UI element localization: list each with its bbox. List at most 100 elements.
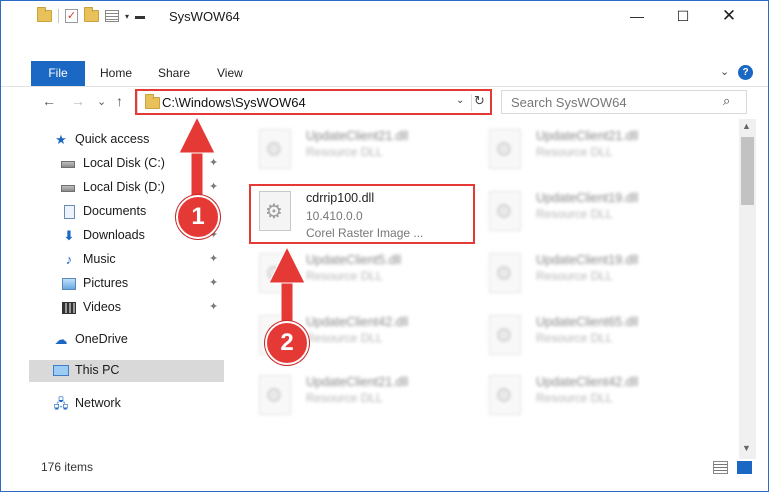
tab-home[interactable]: Home	[100, 62, 132, 86]
close-button[interactable]: ✕	[706, 1, 752, 31]
navigation-pane: ★ Quick access Local Disk (C:) ✦ Local D…	[29, 121, 224, 441]
file-type: Resource DLL	[536, 207, 613, 221]
network-icon: 🖧	[53, 396, 69, 411]
file-name: UpdateClient19.dll	[536, 191, 639, 205]
new-folder-icon[interactable]	[84, 7, 99, 22]
sidebar-item-label: Pictures	[83, 276, 129, 290]
pin-icon[interactable]: ✦	[209, 300, 218, 313]
search-box[interactable]: Search SysWOW64 ⌕	[501, 90, 747, 114]
scroll-down-icon[interactable]: ▼	[742, 443, 751, 453]
computer-icon	[53, 363, 69, 379]
vertical-scrollbar[interactable]: ▲ ▼	[739, 119, 756, 459]
sidebar-item-local-disk-c[interactable]: Local Disk (C:) ✦	[29, 153, 224, 175]
file-type: Resource DLL	[306, 391, 383, 405]
file-type: Resource DLL	[536, 145, 613, 159]
sidebar-item-label: OneDrive	[75, 332, 128, 346]
sidebar-item-music[interactable]: ♪ Music ✦	[29, 249, 224, 271]
explorer-window: ✓ ▾ ▬ SysWOW64 — ☐ ✕ File Home Share Vie…	[0, 0, 769, 492]
sidebar-item-label: Local Disk (C:)	[83, 156, 165, 170]
properties-check-icon[interactable]: ✓	[65, 9, 78, 23]
scrollbar-thumb[interactable]	[741, 137, 754, 205]
file-item[interactable]: ⚙ UpdateClient19.dll Resource DLL	[479, 185, 707, 241]
dll-file-icon: ⚙	[489, 375, 521, 415]
dll-file-icon: ⚙	[259, 375, 291, 415]
pin-icon[interactable]: ✦	[209, 180, 218, 193]
dll-file-icon: ⚙	[489, 315, 521, 355]
qat-menu-icon[interactable]: ▬	[135, 11, 145, 22]
search-placeholder[interactable]: Search SysWOW64	[511, 95, 627, 110]
videos-icon	[61, 300, 77, 316]
sidebar-item-pictures[interactable]: Pictures ✦	[29, 273, 224, 295]
sidebar-item-label: Downloads	[83, 228, 145, 242]
music-icon: ♪	[65, 252, 73, 267]
qat-dropdown-icon[interactable]: ▾	[125, 12, 129, 21]
sidebar-item-label: Network	[75, 396, 121, 410]
file-type: Resource DLL	[306, 145, 383, 159]
file-item[interactable]: ⚙ UpdateClient21.dll Resource DLL	[249, 123, 477, 179]
dll-file-icon: ⚙	[489, 191, 521, 231]
dll-file-icon: ⚙	[489, 129, 521, 169]
step-2-badge: 2	[265, 321, 309, 365]
dll-file-icon: ⚙	[259, 253, 291, 293]
file-name: UpdateClient19.dll	[536, 253, 639, 267]
tab-share[interactable]: Share	[158, 62, 190, 86]
file-type: Resource DLL	[536, 269, 613, 283]
address-highlight-box	[135, 89, 492, 115]
file-item[interactable]: ⚙ UpdateClient21.dll Resource DLL	[249, 369, 477, 425]
download-icon: ⬇	[63, 228, 75, 243]
pin-icon[interactable]: ✦	[209, 252, 218, 265]
file-name: UpdateClient42.dll	[306, 315, 409, 329]
sidebar-item-label: Local Disk (D:)	[83, 180, 165, 194]
file-type: Resource DLL	[306, 331, 383, 345]
up-button[interactable]: ↑	[116, 93, 123, 109]
sidebar-item-videos[interactable]: Videos ✦	[29, 297, 224, 319]
file-item[interactable]: ⚙ UpdateClient19.dll Resource DLL	[479, 247, 707, 303]
file-type: Resource DLL	[306, 269, 383, 283]
search-icon[interactable]: ⌕	[723, 93, 730, 109]
sidebar-item-onedrive[interactable]: ☁ OneDrive	[29, 329, 224, 351]
pictures-icon	[61, 276, 77, 292]
quick-access-toolbar: ✓ ▾ ▬	[37, 7, 145, 23]
file-item[interactable]: ⚙ UpdateClient65.dll Resource DLL	[479, 309, 707, 365]
toolbar-divider	[58, 9, 59, 23]
tab-file[interactable]: File	[31, 61, 85, 86]
details-view-icon[interactable]	[713, 461, 728, 474]
window-title: SysWOW64	[169, 9, 240, 24]
sidebar-item-label: Videos	[83, 300, 121, 314]
minimize-button[interactable]: —	[614, 1, 660, 31]
file-type: Resource DLL	[536, 391, 613, 405]
cloud-icon: ☁	[54, 332, 68, 347]
star-icon: ★	[55, 132, 67, 147]
tab-view[interactable]: View	[217, 62, 243, 86]
recent-locations-button[interactable]: ⌄	[97, 95, 106, 108]
scroll-up-icon[interactable]: ▲	[742, 121, 751, 131]
pin-icon[interactable]: ✦	[209, 156, 218, 169]
ribbon-expand-icon[interactable]: ⌄	[720, 65, 729, 78]
step-1-badge: 1	[176, 195, 220, 239]
file-item[interactable]: ⚙ UpdateClient42.dll Resource DLL	[479, 369, 707, 425]
file-item[interactable]: ⚙ UpdateClient21.dll Resource DLL	[479, 123, 707, 179]
sidebar-item-label: This PC	[75, 363, 120, 377]
title-bar: ✓ ▾ ▬ SysWOW64 — ☐ ✕	[1, 1, 768, 31]
file-name: UpdateClient21.dll	[306, 129, 409, 143]
dll-file-icon: ⚙	[489, 253, 521, 293]
sidebar-item-network[interactable]: 🖧 Network	[29, 393, 224, 415]
file-list: ⚙ UpdateClient21.dll Resource DLL ⚙ cdrr…	[241, 121, 737, 451]
ribbon-divider	[1, 86, 768, 87]
pin-icon[interactable]: ✦	[209, 276, 218, 289]
file-name: UpdateClient5.dll	[306, 253, 402, 267]
sidebar-item-quick-access[interactable]: ★ Quick access	[29, 129, 224, 151]
sidebar-item-this-pc[interactable]: This PC	[29, 360, 224, 382]
drive-icon	[61, 156, 77, 172]
maximize-button[interactable]: ☐	[660, 1, 706, 31]
drive-icon	[61, 180, 77, 196]
file-item[interactable]: ⚙ UpdateClient5.dll Resource DLL	[249, 247, 477, 303]
help-icon[interactable]: ?	[738, 65, 753, 80]
forward-button[interactable]: →	[71, 93, 85, 109]
file-name: UpdateClient42.dll	[536, 375, 639, 389]
tiles-view-icon[interactable]	[737, 461, 752, 474]
file-highlight-box	[249, 184, 475, 244]
dll-file-icon: ⚙	[259, 129, 291, 169]
customize-toolbar-icon[interactable]	[105, 10, 119, 22]
back-button[interactable]: ←	[42, 93, 56, 109]
